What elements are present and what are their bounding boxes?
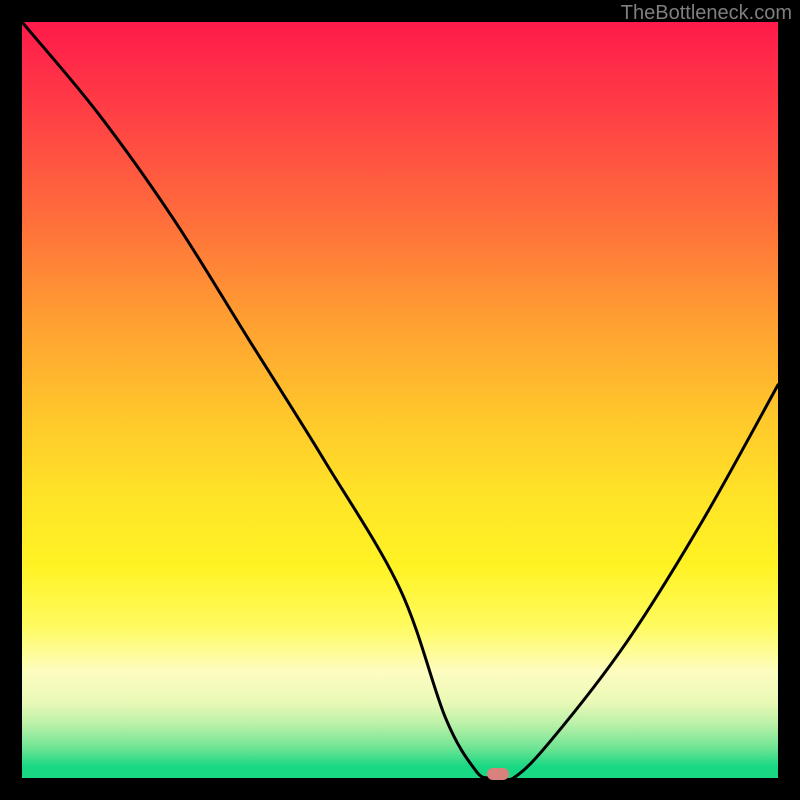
watermark-text: TheBottleneck.com [621, 2, 792, 25]
optimal-marker [487, 768, 509, 780]
bottleneck-curve-svg [22, 22, 778, 778]
bottleneck-curve-path [22, 22, 778, 778]
